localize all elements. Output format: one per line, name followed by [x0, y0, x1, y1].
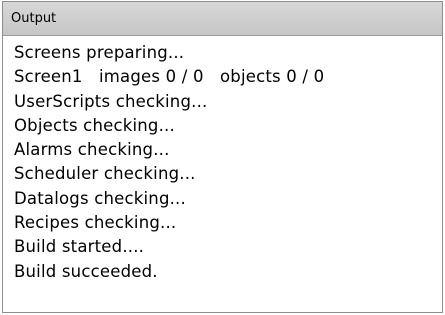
log-line: Recipes checking... [14, 213, 177, 233]
log-line: Alarms checking... [14, 140, 170, 160]
log-line: Screens preparing... [14, 43, 185, 62]
log-line: Scheduler checking... [14, 164, 196, 184]
output-log[interactable]: Screens preparing... Screen1 images 0 / … [3, 36, 442, 284]
log-line: Screen1 images 0 / 0 objects 0 / 0 [14, 67, 325, 87]
log-line: Objects checking... [14, 115, 175, 135]
log-line: UserScripts checking... [14, 91, 208, 111]
output-panel-header: Output [3, 2, 442, 36]
log-line: Build started.... [14, 237, 145, 257]
log-line: Datalogs checking... [14, 188, 186, 208]
output-panel: Output Screens preparing... Screen1 imag… [2, 1, 443, 313]
log-line: Build succeeded. [14, 261, 158, 281]
output-panel-title: Output [11, 11, 57, 26]
